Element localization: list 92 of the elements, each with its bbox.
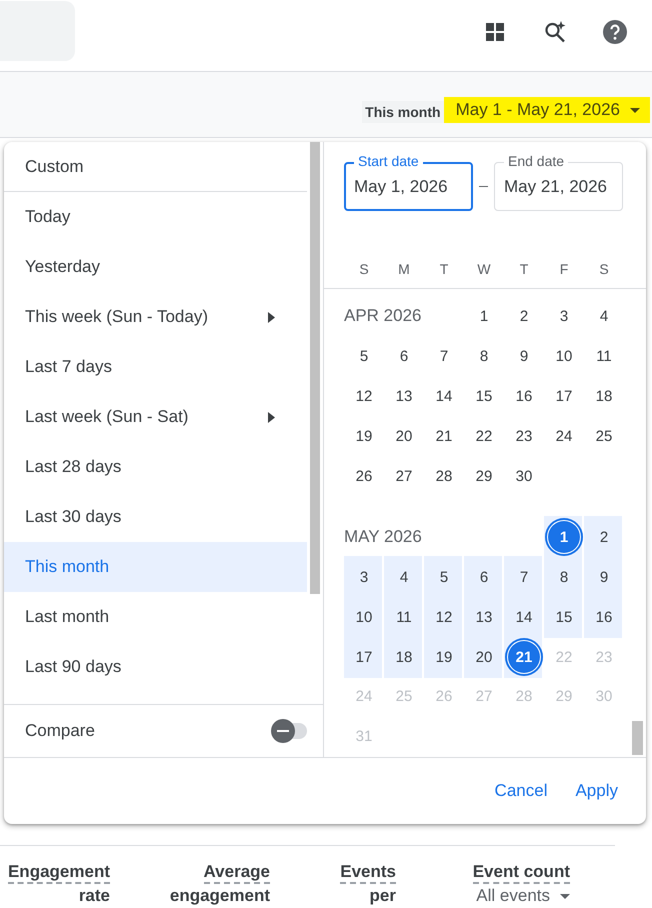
weekday-label: S [598,261,610,279]
field-label: End date [504,153,568,169]
calendar-day[interactable]: 15 [544,596,582,638]
calendar-day[interactable]: 14 [424,378,464,414]
field-label: Start date [354,153,423,169]
weekday-label: W [476,261,492,279]
calendar-day[interactable]: 20 [464,636,502,678]
calendar-day[interactable]: 19 [344,418,384,454]
calendar-day[interactable]: 11 [584,338,624,374]
calendar-day[interactable]: 16 [504,378,544,414]
calendar-day[interactable]: 26 [344,458,384,494]
column-header: Engagement [8,862,110,884]
calendar-day[interactable]: 29 [464,458,504,494]
calendar-day[interactable]: 6 [384,338,424,374]
calendar-day[interactable]: 15 [464,378,504,414]
calendar-day[interactable]: 16 [584,596,622,638]
calendar-day[interactable]: 1 [544,516,582,558]
calendar-day[interactable]: 4 [384,556,422,598]
sparkle-search-icon[interactable] [543,20,567,44]
preset-option[interactable]: Today [4,192,307,242]
calendar-day[interactable]: 2 [584,516,622,558]
column-header: Average [204,862,270,884]
column-header: rate [78,885,110,907]
weekday-label: T [518,261,530,279]
calendar-day[interactable]: 2 [504,298,544,334]
calendar-day[interactable]: 23 [504,418,544,454]
scrollbar-thumb[interactable] [632,721,643,755]
calendar-day[interactable]: 5 [424,556,462,598]
preset-option[interactable]: This month [4,542,307,592]
calendar-day[interactable]: 18 [384,636,422,678]
calendar-day[interactable]: 5 [344,338,384,374]
calendar-day[interactable]: 9 [504,338,544,374]
calendar-day[interactable]: 21 [504,636,542,678]
calendar-day[interactable]: 10 [344,596,382,638]
help-icon[interactable] [603,20,627,44]
calendar-day[interactable]: 13 [384,378,424,414]
calendar-day[interactable]: 24 [544,418,584,454]
preset-option[interactable]: Custom [4,142,307,192]
caret-icon [560,894,570,898]
calendar-day[interactable]: 17 [344,636,382,678]
calendar-day[interactable]: 12 [424,596,462,638]
calendar-day[interactable]: 9 [584,556,622,598]
event-filter-dropdown[interactable]: All events [476,884,570,908]
date-preset-label: This month [362,101,444,123]
action-button[interactable]: Cancel [482,773,560,809]
date-range-dropdown[interactable]: May 1 - May 21, 2026 [444,97,650,123]
preset-option[interactable]: Last month [4,592,307,642]
preset-option[interactable]: This week (Sun - Today) [4,292,307,342]
calendar-day[interactable]: 1 [464,298,504,334]
calendar-day[interactable]: 3 [344,556,382,598]
calendar-day[interactable]: 7 [424,338,464,374]
calendar-day[interactable]: 17 [544,378,584,414]
calendar-day[interactable]: 28 [424,458,464,494]
calendar-day[interactable]: 8 [544,556,582,598]
weekday-label: F [558,261,570,279]
weekday-label: S [358,261,370,279]
weekday-label: M [397,261,411,279]
calendar-day[interactable]: 13 [464,596,502,638]
calendar-day[interactable]: 20 [384,418,424,454]
calendar-day[interactable]: 8 [464,338,504,374]
calendar-day[interactable]: 3 [544,298,584,334]
calendar-day[interactable]: 21 [424,418,464,454]
caret-icon [630,108,640,112]
preset-option[interactable]: Last 90 days [4,642,307,692]
calendar-day[interactable]: 10 [544,338,584,374]
preset-option[interactable]: Yesterday [4,242,307,292]
calendar-day[interactable]: 6 [464,556,502,598]
action-button[interactable]: Apply [563,773,630,809]
calendar-day[interactable]: 25 [584,418,624,454]
calendar-day[interactable]: 11 [384,596,422,638]
preset-option[interactable]: Last 30 days [4,492,307,542]
calendar-day[interactable]: 14 [504,596,542,638]
column-header: per [370,885,396,907]
calendar-day[interactable]: 22 [464,418,504,454]
calendar-day[interactable]: 18 [584,378,624,414]
calendar-day[interactable]: 30 [504,458,544,494]
compare-label: Compare [25,721,96,742]
column-header: Event count [472,862,570,884]
preset-option[interactable]: Last 7 days [4,342,307,392]
calendar-day[interactable]: 19 [424,636,462,678]
calendar-day[interactable]: 12 [344,378,384,414]
weekday-label: T [438,261,450,279]
calendar-day[interactable]: 4 [584,298,624,334]
column-header: engagement [170,885,270,907]
calendar-day[interactable]: 7 [504,556,542,598]
column-header: Events [340,862,396,884]
preset-option[interactable]: Last week (Sun - Sat) [4,392,307,442]
calendar-day[interactable]: 27 [384,458,424,494]
scrollbar-thumb[interactable] [310,142,320,594]
preset-option[interactable]: Last 28 days [4,442,307,492]
month-label: APR 2026 [344,306,422,326]
month-label: MAY 2026 [344,527,423,547]
